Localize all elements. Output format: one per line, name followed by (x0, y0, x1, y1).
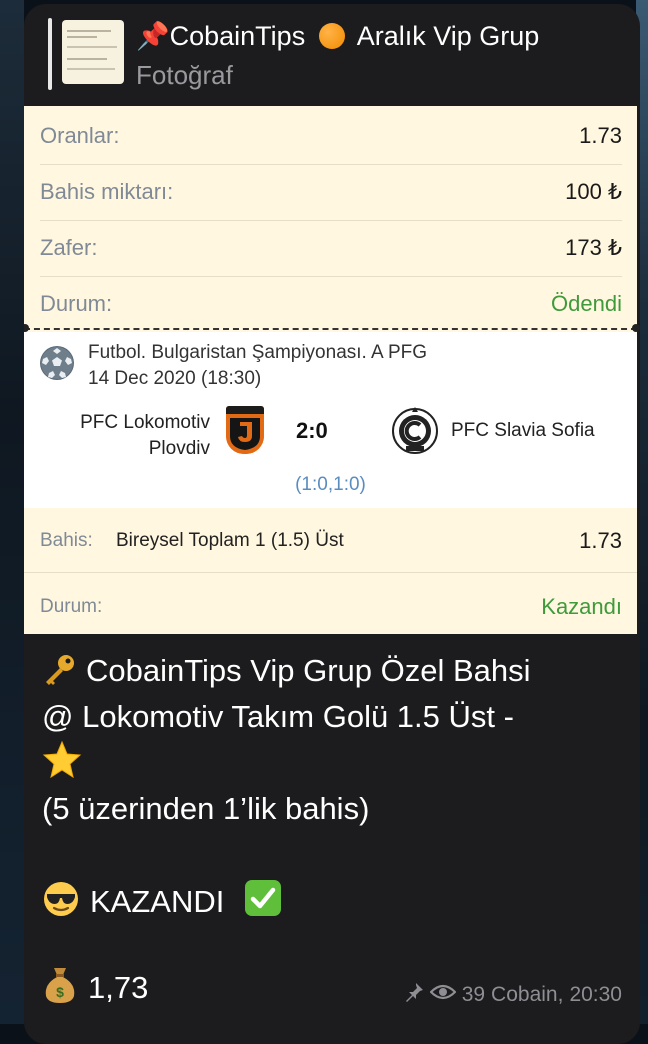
pushpin-icon: 📌 (136, 21, 170, 51)
summary-row-odds: Oranlar: 1.73 (40, 108, 622, 165)
summary-label: Zafer: (40, 235, 98, 260)
home-team-line2: Plovdiv (148, 438, 210, 459)
reply-accent-bar (48, 18, 52, 90)
payout-line: $ 1,73 (42, 966, 148, 1012)
key-emoji (42, 653, 76, 700)
pin-icon (404, 982, 424, 1008)
bet-odds: 1.73 (579, 528, 622, 553)
message-meta: 39 Cobain, 20:30 (404, 982, 622, 1008)
bet-status-row: Durum: Kazandı (24, 572, 637, 634)
away-team: PFC Slavia Sofia (451, 420, 595, 441)
message-text: CobainTips Vip Grup Özel Bahsi @ Lokomot… (42, 648, 622, 924)
reply-thumbnail (62, 20, 124, 84)
lokomotiv-logo-icon (226, 406, 264, 454)
bet-slip-image[interactable]: Oranlar: 1.73 Bahis miktarı: 100 ₺ Zafer… (24, 106, 640, 634)
result-text: KAZANDI (90, 884, 225, 919)
match-datetime: 14 Dec 2020 (18:30) (88, 368, 262, 389)
reply-title: 📌CobainTips Aralık Vip Grup (136, 20, 539, 52)
message-footer: $ 1,73 39 Cobain, 20:30 (42, 962, 622, 1012)
eye-icon (429, 983, 457, 1007)
summary-row-win: Zafer: 173 ₺ (40, 220, 622, 277)
money-bag-emoji: $ (42, 966, 78, 1012)
home-team: PFC Lokomotiv Plovdiv (50, 410, 210, 462)
orange-circle-icon (318, 23, 345, 49)
soccer-ball-icon (40, 346, 74, 380)
reply-preview[interactable]: 📌CobainTips Aralık Vip Grup Fotoğraf (24, 4, 640, 106)
reply-group-name: Aralık Vip Grup (356, 21, 540, 51)
summary-value: 173 ₺ (565, 235, 622, 260)
message-line-1: CobainTips Vip Grup Özel Bahsi (42, 648, 622, 694)
payout-value: 1,73 (88, 970, 149, 1005)
divider-dot-right (632, 324, 640, 332)
check-mark-emoji (243, 878, 283, 931)
svg-text:$: $ (56, 984, 64, 1000)
message-bubble[interactable]: 📌CobainTips Aralık Vip Grup Fotoğraf Ora… (24, 4, 640, 1044)
league-name: Futbol. Bulgaristan Şampiyonası. A PFG (88, 342, 428, 363)
summary-value: 100 ₺ (565, 179, 622, 204)
summary-label: Durum: (40, 291, 113, 316)
match-score: 2:0 (296, 418, 328, 443)
summary-row-stake: Bahis miktarı: 100 ₺ (40, 164, 622, 221)
halftime-score: (1:0,1:0) (295, 474, 366, 495)
view-count: 39 (461, 983, 486, 1006)
bet-status-value: Kazandı (541, 594, 622, 619)
tear-divider (24, 328, 637, 330)
summary-row-status: Durum: Ödendi (40, 276, 622, 332)
match-panel: Futbol. Bulgaristan Şampiyonası. A PFG 1… (24, 332, 637, 508)
summary-label: Oranlar: (40, 123, 120, 148)
message-line-2: @ Lokomotiv Takım Golü 1.5 Üst - (42, 699, 514, 734)
slavia-logo-icon (392, 406, 438, 456)
reply-channel-name: CobainTips (169, 21, 306, 51)
message-result-line: KAZANDI (42, 878, 622, 924)
summary-label: Bahis miktarı: (40, 179, 174, 204)
bet-description: Bireysel Toplam 1 (1.5) Üst (116, 530, 344, 551)
bet-label: Bahis: (40, 530, 93, 551)
bet-row: Bahis: Bireysel Toplam 1 (1.5) Üst 1.73 (24, 508, 637, 573)
message-line-3 (42, 740, 622, 786)
divider-dot-left (24, 324, 29, 332)
home-team-line1: PFC Lokomotiv (80, 412, 210, 433)
author-name: Cobain, (491, 983, 564, 1006)
summary-value: 1.73 (579, 123, 622, 148)
message-time: 20:30 (569, 983, 622, 1006)
sunglasses-emoji (42, 880, 80, 931)
message-line-4: (5 üzerinden 1’lik bahis) (42, 791, 370, 826)
bet-status-label: Durum: (40, 596, 103, 617)
message-line-1-text: CobainTips Vip Grup Özel Bahsi (86, 653, 531, 688)
background-left (0, 0, 24, 1024)
summary-status-value: Ödendi (551, 291, 622, 316)
reply-subtitle: Fotoğraf (136, 60, 233, 90)
